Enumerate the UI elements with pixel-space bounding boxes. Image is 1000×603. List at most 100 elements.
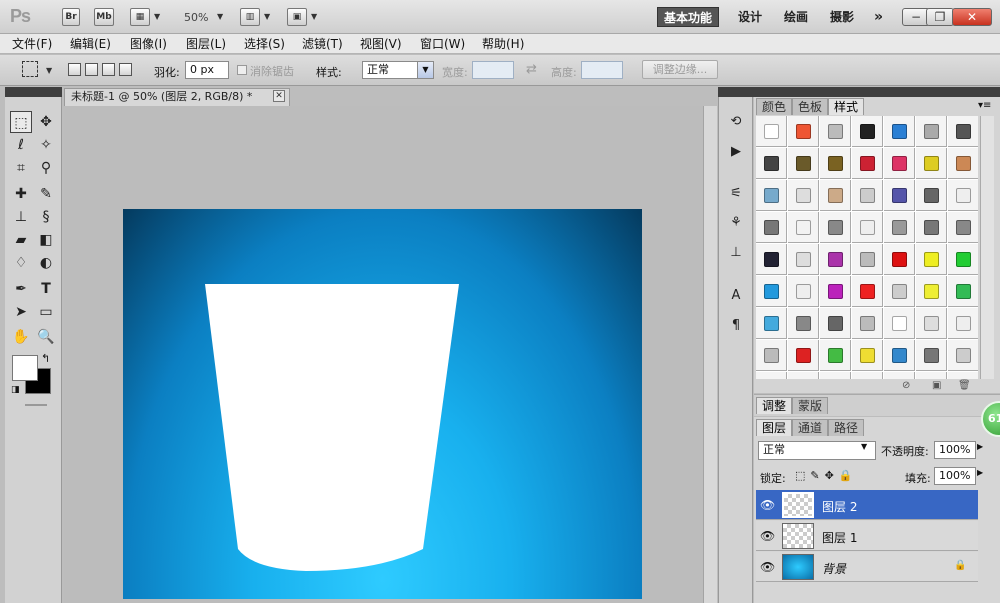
tab-layers[interactable]: 图层 [756, 419, 793, 436]
hand-tool-icon[interactable]: ✋ [10, 326, 32, 348]
paragraph-panel-icon[interactable]: ¶ [726, 318, 746, 336]
arrange-documents-button[interactable]: ▥ [240, 8, 260, 26]
vertical-scrollbar[interactable] [703, 106, 717, 603]
clear-style-icon[interactable]: ⊘ [902, 380, 910, 391]
eyedropper-tool-icon[interactable]: ⚲ [35, 157, 57, 179]
style-swatch[interactable] [820, 116, 851, 147]
menu-help[interactable]: 帮助(H) [482, 35, 524, 53]
swap-icon[interactable]: ⇄ [526, 62, 537, 77]
tab-paths[interactable]: 路径 [828, 419, 865, 436]
style-swatch[interactable] [884, 308, 915, 339]
layer-row-background[interactable]: 👁 背景 🔒 [756, 552, 978, 582]
restore-button[interactable]: ❐ [926, 8, 954, 26]
menu-image[interactable]: 图像(I) [130, 35, 167, 53]
crop-tool-icon[interactable]: ⌗ [10, 157, 32, 179]
style-swatch[interactable] [916, 276, 947, 307]
healing-brush-tool-icon[interactable]: ✚ [10, 183, 32, 205]
style-swatch[interactable] [916, 116, 947, 147]
style-swatch[interactable] [884, 148, 915, 179]
clone-source-icon[interactable]: ⊥ [726, 245, 746, 263]
style-swatch[interactable] [788, 212, 819, 243]
tab-adjustments[interactable]: 调整 [756, 397, 793, 414]
style-swatch[interactable] [884, 276, 915, 307]
close-icon[interactable]: ✕ [273, 90, 285, 102]
workspace-design[interactable]: 设计 [732, 7, 768, 27]
type-tool-icon[interactable]: T [35, 278, 57, 300]
style-swatch[interactable] [884, 212, 915, 243]
opacity-input[interactable]: 100% [934, 441, 976, 459]
bridge-button[interactable]: Br [62, 8, 80, 26]
style-swatch[interactable] [852, 212, 883, 243]
style-swatch[interactable] [948, 276, 978, 307]
intersect-selection-icon[interactable] [119, 63, 132, 76]
lasso-tool-icon[interactable]: ℓ [10, 134, 32, 156]
move-tool-icon[interactable]: ✥ [35, 111, 57, 133]
style-swatch[interactable] [916, 212, 947, 243]
trash-icon[interactable]: 🗑 [958, 380, 971, 391]
style-swatch[interactable] [756, 340, 787, 371]
style-swatch[interactable] [788, 116, 819, 147]
menu-filter[interactable]: 滤镜(T) [302, 35, 343, 53]
style-swatch[interactable] [756, 244, 787, 275]
style-swatch[interactable] [852, 116, 883, 147]
style-swatch[interactable] [788, 308, 819, 339]
new-selection-icon[interactable] [68, 63, 81, 76]
actions-panel-icon[interactable]: ▶ [726, 144, 746, 162]
style-swatch[interactable] [884, 244, 915, 275]
eye-icon[interactable]: 👁 [760, 529, 775, 543]
zoom-level[interactable]: 50% [184, 11, 208, 24]
blend-mode-select[interactable]: 正常 [758, 441, 876, 460]
blur-tool-icon[interactable]: ♢ [10, 252, 32, 274]
canvas[interactable] [123, 209, 642, 599]
eye-icon[interactable]: 👁 [760, 560, 775, 574]
style-swatch[interactable] [820, 340, 851, 371]
style-swatch[interactable] [852, 148, 883, 179]
style-swatch[interactable] [916, 148, 947, 179]
layer-row-layer1[interactable]: 👁 图层 1 [756, 521, 978, 551]
style-swatch[interactable] [948, 116, 978, 147]
chevron-down-icon[interactable]: ▼ [861, 442, 867, 451]
workspace-essentials[interactable]: 基本功能 [657, 7, 720, 27]
marquee-preset-icon[interactable] [22, 61, 38, 77]
style-swatch[interactable] [788, 180, 819, 211]
mini-bridge-button[interactable]: Mb [94, 8, 114, 26]
chevron-down-icon[interactable]: ▼ [311, 12, 317, 21]
tab-color[interactable]: 颜色 [756, 98, 793, 115]
style-swatch[interactable] [852, 180, 883, 211]
zoom-tool-icon[interactable]: 🔍 [35, 326, 57, 348]
style-swatch[interactable] [788, 372, 819, 379]
chevron-down-icon[interactable]: ▼ [417, 62, 433, 78]
gradient-tool-icon[interactable]: ◧ [35, 229, 57, 251]
style-swatch[interactable] [788, 148, 819, 179]
style-swatch[interactable] [820, 276, 851, 307]
chevron-down-icon[interactable]: ▼ [264, 12, 270, 21]
style-swatch[interactable] [916, 340, 947, 371]
style-swatch[interactable] [788, 276, 819, 307]
brush-presets-icon[interactable]: ⚟ [726, 186, 746, 204]
menu-view[interactable]: 视图(V) [360, 35, 402, 53]
feather-input[interactable]: 0 px [185, 61, 229, 79]
chevron-right-icon[interactable]: ▶ [977, 442, 983, 451]
style-swatch[interactable] [788, 244, 819, 275]
workspace-painting[interactable]: 绘画 [778, 7, 814, 27]
chevron-down-icon[interactable]: ▼ [154, 12, 160, 21]
style-swatch[interactable] [948, 372, 978, 379]
document-tab[interactable]: 未标题-1 @ 50% (图层 2, RGB/8) * [64, 88, 290, 106]
character-panel-icon[interactable]: A [726, 288, 746, 306]
style-swatch[interactable] [916, 180, 947, 211]
view-extras-button[interactable]: ▦ [130, 8, 150, 26]
new-style-icon[interactable]: ▣ [932, 380, 941, 391]
add-selection-icon[interactable] [85, 63, 98, 76]
style-swatch[interactable] [884, 116, 915, 147]
more-workspaces-button[interactable]: » [868, 7, 889, 27]
menu-select[interactable]: 选择(S) [244, 35, 285, 53]
marquee-tool-icon[interactable]: ⬚ [10, 111, 32, 133]
subtract-selection-icon[interactable] [102, 63, 115, 76]
style-swatch[interactable] [756, 116, 787, 147]
tab-masks[interactable]: 蒙版 [792, 397, 829, 414]
style-swatch[interactable] [852, 340, 883, 371]
chevron-down-icon[interactable]: ▼ [217, 12, 223, 21]
height-input[interactable] [581, 61, 623, 79]
eraser-tool-icon[interactable]: ▰ [10, 229, 32, 251]
menu-edit[interactable]: 编辑(E) [70, 35, 111, 53]
